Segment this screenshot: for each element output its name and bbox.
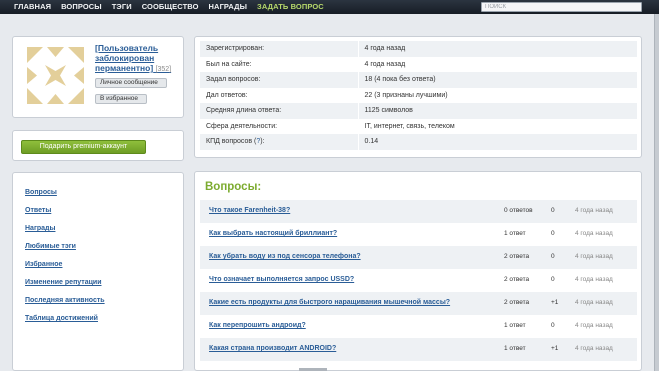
profile-sidebar-menu: Вопросы Ответы Награды Любимые тэги Избр… (12, 172, 184, 371)
stats-label: Средняя длина ответа: (200, 103, 358, 119)
nav-questions[interactable]: ВОПРОСЫ (61, 0, 102, 14)
stats-label: КПД вопросов (?): (200, 134, 358, 150)
question-link[interactable]: Как выбрать настоящий бриллиант? (209, 230, 337, 237)
question-link[interactable]: Как убрать воду из под сенсора телефона? (209, 253, 361, 260)
question-score: +1 (551, 345, 559, 352)
answer-count: 0 ответов (504, 207, 533, 214)
question-link[interactable]: Что означает выполняется запрос USSD? (209, 276, 354, 283)
sidebar-item-reputation-changes[interactable]: Изменение репутации (25, 279, 102, 286)
question-score: 0 (551, 276, 555, 283)
top-navigation-bar: ГЛАВНАЯ ВОПРОСЫ ТЭГИ СООБЩЕСТВО НАГРАДЫ … (0, 0, 659, 14)
questions-panel: Вопросы: Что такое Farenheit-38? 0 ответо… (194, 171, 642, 371)
answer-count: 2 ответа (504, 299, 530, 306)
stats-value: 4 года назад (357, 56, 637, 72)
answer-count: 1 ответ (504, 322, 526, 329)
nav-tags[interactable]: ТЭГИ (112, 0, 132, 14)
nav-community[interactable]: СООБЩЕСТВО (142, 0, 199, 14)
question-row: Что такое Farenheit-38? 0 ответов 0 4 года … (200, 200, 637, 223)
premium-panel: Подарить premium-аккаунт (12, 130, 184, 161)
nav-awards[interactable]: НАГРАДЫ (209, 0, 248, 14)
stats-label: Задал вопросов: (200, 72, 358, 88)
nav-ask-question[interactable]: ЗАДАТЬ ВОПРОС (257, 0, 324, 14)
question-row: Какие есть продукты для быстрого наращив… (200, 292, 637, 315)
answer-count: 2 ответа (504, 276, 530, 283)
questions-heading: Вопросы: (205, 181, 262, 193)
stats-value: 22 (3 признаны лучшими) (357, 87, 637, 103)
stats-label: Зарегистрирован: (200, 41, 358, 57)
question-date: 4 года назад (575, 207, 613, 214)
user-stats-table: Зарегистрирован: 4 года назад Был на сайт… (200, 41, 637, 150)
nav-home[interactable]: ГЛАВНАЯ (14, 0, 51, 14)
search-input[interactable] (481, 2, 642, 12)
sidebar-item-favorites[interactable]: Избранное (25, 261, 62, 268)
stats-value: IT, интернет, связь, телеком (357, 118, 637, 134)
question-score: 0 (551, 230, 555, 237)
question-date: 4 года назад (575, 345, 613, 352)
question-link[interactable]: Какие есть продукты для быстрого наращив… (209, 299, 450, 306)
question-score: +1 (551, 299, 559, 306)
question-row: Что означает выполняется запрос USSD? 2 о… (200, 269, 637, 292)
answer-count: 2 ответа (504, 253, 530, 260)
stats-label: Дал ответов: (206, 91, 248, 99)
question-date: 4 года назад (575, 299, 613, 306)
scrollbar[interactable] (654, 14, 659, 371)
kpd-help-link[interactable]: ? (256, 138, 260, 145)
question-score: 0 (551, 207, 555, 214)
question-date: 4 года назад (575, 322, 613, 329)
gift-premium-button[interactable]: Подарить premium-аккаунт (21, 140, 146, 154)
question-row: Какая страна производит ANDROID? 1 ответ +… (200, 338, 637, 361)
stats-value: 0.14 (357, 134, 637, 150)
question-score: 0 (551, 253, 555, 260)
question-score: 0 (551, 322, 555, 329)
question-date: 4 года назад (575, 253, 613, 260)
reputation-count: [352] (155, 66, 172, 73)
stats-label: Был на сайте: (206, 60, 252, 68)
question-link[interactable]: Что такое Farenheit-38? (209, 207, 290, 214)
main-menu: ГЛАВНАЯ ВОПРОСЫ ТЭГИ СООБЩЕСТВО НАГРАДЫ … (14, 0, 324, 14)
question-link[interactable]: Как перепрошить андроид? (209, 322, 306, 329)
stats-row: Дал ответов: 22 (3 признаны лучшими) (200, 87, 637, 103)
stats-row: Сфера деятельности: IT, интернет, связь, … (200, 118, 637, 134)
questions-list: Что такое Farenheit-38? 0 ответов 0 4 года … (200, 200, 637, 361)
stats-row: КПД вопросов (?): 0.14 (200, 134, 637, 150)
stats-row: Был на сайте: 4 года назад (200, 56, 637, 72)
sidebar-item-recent-activity[interactable]: Последняя активность (25, 297, 105, 304)
question-date: 4 года назад (575, 230, 613, 237)
stats-value: 4 года назад (357, 41, 637, 57)
question-date: 4 года назад (575, 276, 613, 283)
profile-card: [Пользователь заблокирован перманентно] … (12, 36, 184, 118)
add-to-favorites-button[interactable]: В избранное (95, 94, 147, 104)
kpd-label: КПД вопросов (206, 138, 253, 146)
sidebar-item-answers[interactable]: Ответы (25, 207, 51, 214)
question-row: Как убрать воду из под сенсора телефона?… (200, 246, 637, 269)
question-link[interactable]: Какая страна производит ANDROID? (209, 345, 336, 352)
sidebar-item-achievements[interactable]: Таблица достижений (25, 315, 98, 322)
avatar (23, 43, 88, 108)
private-message-button[interactable]: Личное сообщение (95, 78, 167, 88)
user-name-text[interactable]: [Пользователь заблокирован перманентно] (95, 43, 158, 73)
stats-value: 18 (4 пока без ответа) (357, 72, 637, 88)
stats-row: Средняя длина ответа: 1125 символов (200, 103, 637, 119)
stats-value: 1125 символов (357, 103, 637, 119)
question-row: Как выбрать настоящий бриллиант? 1 ответ 0… (200, 223, 637, 246)
sidebar-item-questions[interactable]: Вопросы (25, 189, 57, 196)
user-name[interactable]: [Пользователь заблокирован перманентно] … (95, 43, 183, 75)
sidebar-item-favorite-tags[interactable]: Любимые тэги (25, 243, 76, 250)
user-stats-panel: Зарегистрирован: 4 года назад Был на сайт… (194, 36, 642, 158)
sidebar-item-awards[interactable]: Награды (25, 225, 55, 232)
question-row: Как перепрошить андроид? 1 ответ 0 4 года н… (200, 315, 637, 338)
answer-count: 1 ответ (504, 230, 526, 237)
stats-row: Зарегистрирован: 4 года назад (200, 41, 637, 57)
answer-count: 1 ответ (504, 345, 526, 352)
stats-row: Задал вопросов: 18 (4 пока без ответа) (200, 72, 637, 88)
stats-label: Сфера деятельности: (206, 122, 278, 130)
